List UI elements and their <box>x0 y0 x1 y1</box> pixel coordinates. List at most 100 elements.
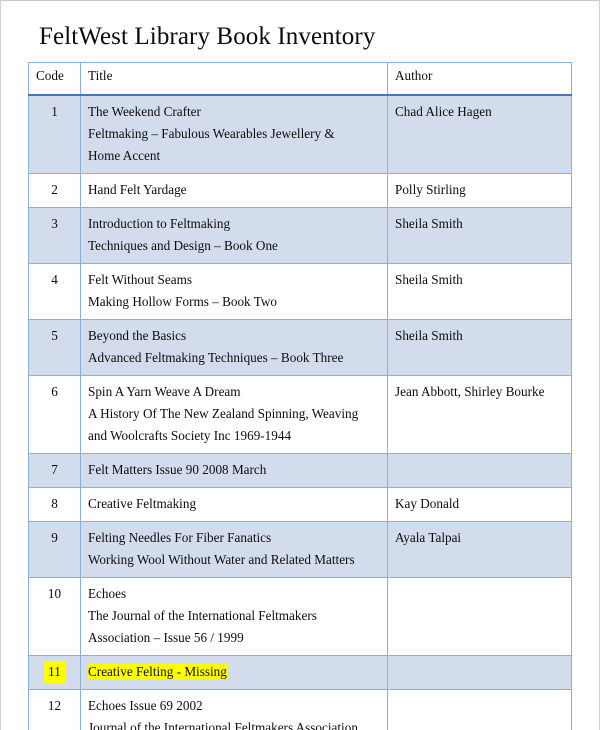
highlight-marker: 11 <box>44 661 65 683</box>
inventory-table: Code Title Author 1 The Weekend Crafter Fe… <box>28 62 572 730</box>
cell-author: Sheila Smith <box>387 319 572 376</box>
title-line: Felting Needles For Fiber Fanatics <box>88 530 272 545</box>
highlight-marker: Creative Felting - Missing <box>88 664 227 679</box>
column-header-title: Title <box>80 62 388 96</box>
table-row: 2 Hand Felt Yardage Polly Stirling <box>28 173 572 208</box>
cell-code-value: 9 <box>51 530 58 545</box>
table-row: 9 Felting Needles For Fiber Fanatics Worki… <box>28 521 572 578</box>
table-row: 12 Echoes Issue 69 2002 Journal of the Int… <box>28 689 572 730</box>
document-page: FeltWest Library Book Inventory Code Tit… <box>0 0 600 730</box>
title-line: Echoes Issue 69 2002 <box>88 698 203 713</box>
title-line: Creative Felting - Missing <box>88 661 381 683</box>
cell-code: 12 <box>28 689 81 730</box>
table-row: 4 Felt Without Seams Making Hollow Forms –… <box>28 263 572 320</box>
cell-title-value: Felt Without Seams Making Hollow Forms – … <box>81 264 387 319</box>
cell-author <box>387 453 572 488</box>
cell-author-value: Sheila Smith <box>395 216 463 231</box>
column-header-code-label: Code <box>36 68 64 83</box>
title-line: Introduction to Feltmaking <box>88 216 231 231</box>
cell-author: Kay Donald <box>387 487 572 522</box>
title-line: Spin A Yarn Weave A Dream <box>88 384 241 399</box>
cell-author-value <box>388 690 571 723</box>
title-line: The Weekend Crafter <box>88 104 201 119</box>
cell-author: Polly Stirling <box>387 173 572 208</box>
page-title: FeltWest Library Book Inventory <box>39 23 376 50</box>
title-line: Hand Felt Yardage <box>88 182 187 197</box>
cell-code: 6 <box>28 375 81 454</box>
cell-author: Ayala Talpai <box>387 521 572 578</box>
cell-author-value: Ayala Talpai <box>395 530 462 545</box>
cell-author-value: Chad Alice Hagen <box>395 104 492 119</box>
cell-code: 4 <box>28 263 81 320</box>
table-row: 1 The Weekend Crafter Feltmaking – Fabulou… <box>28 94 572 174</box>
cell-author-value: Sheila Smith <box>395 272 463 287</box>
cell-title-value: Beyond the Basics Advanced Feltmaking Tec… <box>81 320 387 375</box>
table-row: 11 Creative Felting - Missing <box>28 655 572 690</box>
cell-code-value: 10 <box>47 586 62 601</box>
inventory-table-container: Code Title Author 1 The Weekend Crafter Fe… <box>28 62 572 730</box>
cell-author: Chad Alice Hagen <box>387 94 572 174</box>
cell-title-value: Felting Needles For Fiber Fanatics Workin… <box>81 522 387 577</box>
cell-title: Felting Needles For Fiber Fanatics Workin… <box>80 521 388 578</box>
title-line: Felt Without Seams <box>88 272 192 287</box>
title-line: A History Of The New Zealand Spinning, W… <box>88 406 359 421</box>
cell-author-value: Polly Stirling <box>395 182 466 197</box>
cell-code: 7 <box>28 453 81 488</box>
table-row: 10 Echoes The Journal of the International… <box>28 577 572 656</box>
cell-author-value: Jean Abbott, Shirley Bourke <box>395 384 545 399</box>
title-line: The Journal of the International Feltmak… <box>88 608 317 623</box>
column-header-code: Code <box>28 62 81 96</box>
title-line: Working Wool Without Water and Related M… <box>88 552 355 567</box>
cell-author <box>387 689 572 730</box>
table-row: 5 Beyond the Basics Advanced Feltmaking Te… <box>28 319 572 376</box>
cell-code-value: 7 <box>51 462 58 477</box>
cell-code-value: 6 <box>51 384 58 399</box>
table-row: 3 Introduction to Feltmaking Techniques an… <box>28 207 572 264</box>
title-line: Association – Issue 56 / 1999 <box>88 630 244 645</box>
cell-author-value: Sheila Smith <box>395 328 463 343</box>
cell-code: 10 <box>28 577 81 656</box>
cell-code: 8 <box>28 487 81 522</box>
cell-code-value: 3 <box>51 216 58 231</box>
table-body: 1 The Weekend Crafter Feltmaking – Fabulou… <box>28 94 572 730</box>
table-header-row: Code Title Author <box>28 62 572 96</box>
cell-title: Beyond the Basics Advanced Feltmaking Tec… <box>80 319 388 376</box>
cell-author: Jean Abbott, Shirley Bourke <box>387 375 572 454</box>
cell-author: Sheila Smith <box>387 263 572 320</box>
cell-title-value: Echoes Issue 69 2002 Journal of the Inter… <box>81 690 387 730</box>
title-line: Beyond the Basics <box>88 328 187 343</box>
column-header-author-label: Author <box>395 68 433 83</box>
title-line: and Woolcrafts Society Inc 1969-1944 <box>88 428 292 443</box>
cell-author <box>387 577 572 656</box>
cell-code: 2 <box>28 173 81 208</box>
cell-code-value: 11 <box>29 656 80 689</box>
title-line: Home Accent <box>88 148 161 163</box>
column-header-title-label: Title <box>88 68 113 83</box>
cell-code-value: 5 <box>51 328 58 343</box>
cell-title: Creative Feltmaking <box>80 487 388 522</box>
cell-author-value: Kay Donald <box>395 496 460 511</box>
cell-title-value: The Weekend Crafter Feltmaking – Fabulous… <box>81 96 387 173</box>
cell-code: 11 <box>28 655 81 690</box>
column-header-author: Author <box>387 62 572 96</box>
table-header: Code Title Author <box>28 62 572 96</box>
cell-title: The Weekend Crafter Feltmaking – Fabulous… <box>80 94 388 174</box>
cell-title: Creative Felting - Missing <box>80 655 388 690</box>
cell-code-value: 12 <box>47 698 62 713</box>
cell-title-value: Echoes The Journal of the International F… <box>81 578 387 655</box>
title-line: Advanced Feltmaking Techniques – Book Th… <box>88 350 344 365</box>
cell-code-value: 1 <box>51 104 58 119</box>
cell-title-value: Hand Felt Yardage <box>81 174 387 207</box>
cell-title-value: Creative Felting - Missing <box>81 656 387 689</box>
title-line: Felt Matters Issue 90 2008 March <box>88 462 267 477</box>
title-line: Echoes <box>88 586 127 601</box>
cell-title: Echoes Issue 69 2002 Journal of the Inter… <box>80 689 388 730</box>
cell-author <box>387 655 572 690</box>
title-line: Techniques and Design – Book One <box>88 238 278 253</box>
title-line: Making Hollow Forms – Book Two <box>88 294 277 309</box>
cell-code: 1 <box>28 94 81 174</box>
cell-title: Hand Felt Yardage <box>80 173 388 208</box>
cell-code: 3 <box>28 207 81 264</box>
cell-author-value <box>388 578 571 611</box>
cell-code-value: 8 <box>51 496 58 511</box>
